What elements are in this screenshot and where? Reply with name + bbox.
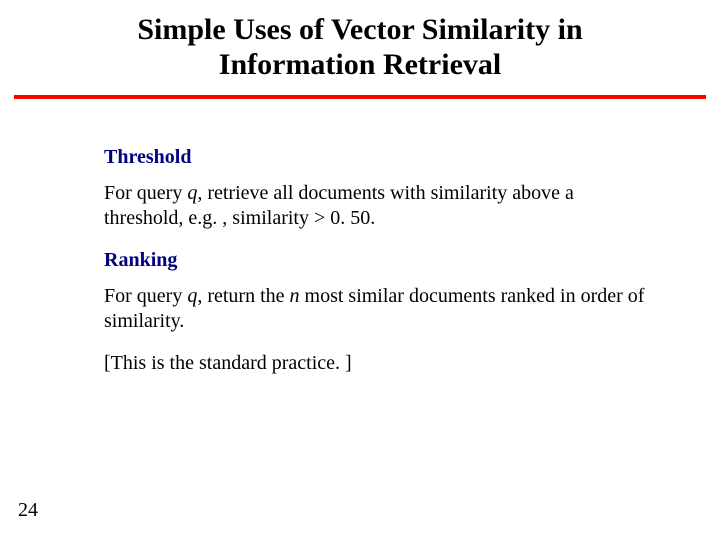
slide-body: Threshold For query q, retrieve all docu… [0, 99, 720, 376]
variable-n: n [290, 285, 300, 307]
heading-threshold: Threshold [104, 145, 650, 169]
para-ranking: For query q, return the n most similar d… [104, 284, 650, 333]
page-number: 24 [18, 499, 38, 522]
para-threshold: For query q, retrieve all documents with… [104, 181, 650, 230]
slide: Simple Uses of Vector Similarity in Info… [0, 0, 720, 540]
variable-q: q [187, 182, 197, 204]
title-line-2: Information Retrieval [219, 48, 501, 81]
title-line-1: Simple Uses of Vector Similarity in [137, 13, 582, 46]
note-standard-practice: [This is the standard practice. ] [104, 351, 650, 375]
text-fragment: For query [104, 285, 187, 307]
text-fragment: , return the [197, 285, 289, 307]
heading-ranking: Ranking [104, 248, 650, 272]
text-fragment: For query [104, 182, 187, 204]
slide-title: Simple Uses of Vector Similarity in Info… [0, 0, 720, 91]
variable-q: q [187, 285, 197, 307]
